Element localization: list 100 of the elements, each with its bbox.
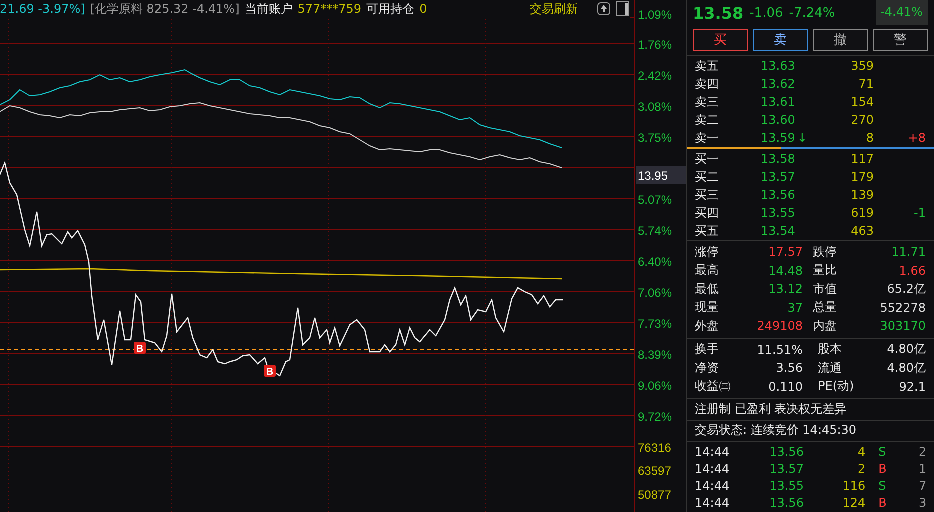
bid-price: 13.54 bbox=[761, 224, 796, 238]
stat-label: 涨停 bbox=[695, 244, 719, 261]
ask-price: 13.60 bbox=[761, 113, 796, 128]
level-label: 卖一 bbox=[695, 130, 719, 147]
tick-side: S bbox=[878, 479, 888, 494]
level-label: 卖五 bbox=[695, 58, 719, 75]
tick-time: 14:44 bbox=[695, 462, 730, 476]
tick-volume: 2 bbox=[856, 462, 866, 476]
price-change: -1.06 bbox=[750, 6, 784, 21]
bid-volume: 463 bbox=[850, 224, 874, 238]
trading-status: 交易状态: 连续竞价 14:45:30 bbox=[695, 422, 857, 440]
stat-label: 外盘 bbox=[695, 318, 719, 335]
tick-price: 13.55 bbox=[770, 479, 805, 494]
stat-label: 净资 bbox=[695, 360, 720, 377]
tick-side: S bbox=[878, 445, 888, 460]
last-price: 13.58 bbox=[693, 4, 744, 23]
ask-price: 13.62 bbox=[761, 77, 796, 92]
panel-icon[interactable] bbox=[616, 1, 630, 17]
trade-button[interactable]: 卖 bbox=[753, 29, 808, 52]
tick-volume: 124 bbox=[842, 496, 866, 510]
ask-price: 13.59 bbox=[761, 131, 796, 146]
tick-time: 14:44 bbox=[695, 496, 730, 510]
stat-value: 11.51% bbox=[756, 342, 803, 357]
account-label: 当前账户 bbox=[244, 0, 293, 18]
axis-label: 6.40% bbox=[638, 255, 672, 269]
sector-change: -4.41% bbox=[876, 0, 928, 25]
stat-label: 市值 bbox=[813, 280, 837, 298]
axis-label: 5.74% bbox=[638, 224, 672, 238]
bid-price: 13.58 bbox=[761, 152, 796, 166]
tick-count: 3 bbox=[918, 496, 927, 510]
trade-button[interactable]: 撤 bbox=[813, 29, 868, 52]
stat-value: 0.110 bbox=[768, 380, 803, 394]
stat-label: PE(动) bbox=[818, 378, 856, 396]
stat-value: 303170 bbox=[880, 319, 926, 334]
sector-quote: [化学原料 825.32 -4.41%] bbox=[90, 0, 240, 18]
ask-volume: 8 bbox=[865, 131, 874, 146]
axis-label: 2.42% bbox=[638, 69, 672, 83]
stat-label: 换手 bbox=[695, 341, 720, 358]
stat-value: 92.1 bbox=[898, 380, 926, 394]
stat-value: 552278 bbox=[880, 300, 926, 315]
tick-time: 14:44 bbox=[695, 479, 730, 494]
stat-label: 股本 bbox=[818, 341, 843, 358]
stat-value: 14.48 bbox=[768, 264, 803, 278]
index-change: 21.69 -3.97%] bbox=[0, 2, 86, 16]
axis-label: 9.72% bbox=[638, 410, 672, 424]
ask-volume: 359 bbox=[850, 59, 874, 74]
level-label: 买五 bbox=[695, 222, 719, 240]
stat-label: 最低 bbox=[695, 280, 719, 298]
position-value: 0 bbox=[420, 2, 428, 16]
tick-price: 13.56 bbox=[770, 496, 805, 510]
axis-label: 8.39% bbox=[638, 348, 672, 362]
tick-count: 1 bbox=[918, 462, 927, 476]
buy-marker: B bbox=[264, 365, 276, 378]
stat-label: 跌停 bbox=[813, 244, 837, 261]
axis-label: 9.06% bbox=[638, 379, 672, 393]
axis-label: 50877 bbox=[638, 488, 672, 502]
stat-label: 收益㈢ bbox=[695, 378, 732, 396]
stat-value: 37 bbox=[788, 300, 803, 315]
stat-value: 65.2亿 bbox=[887, 280, 926, 298]
level-label: 买二 bbox=[695, 168, 719, 186]
stock-tags: 注册制 已盈利 表决权无差异 bbox=[695, 400, 847, 418]
level-label: 买一 bbox=[695, 150, 719, 168]
trade-button[interactable]: 警 bbox=[873, 29, 928, 52]
bid-volume: 117 bbox=[850, 152, 874, 166]
percent-change: -7.24% bbox=[789, 6, 836, 21]
volume-delta: -1 bbox=[914, 206, 926, 220]
ask-volume: 71 bbox=[858, 77, 874, 92]
level-label: 卖二 bbox=[695, 112, 719, 129]
stat-label: 内盘 bbox=[813, 318, 837, 335]
bid-volume: 179 bbox=[850, 170, 874, 184]
expand-icon[interactable] bbox=[597, 2, 611, 16]
stat-label: 量比 bbox=[813, 262, 837, 280]
tick-side: B bbox=[878, 496, 888, 510]
stat-label: 最高 bbox=[695, 262, 719, 280]
stat-value: 13.12 bbox=[768, 282, 803, 296]
tick-time: 14:44 bbox=[695, 445, 730, 460]
tick-count: 2 bbox=[918, 445, 927, 460]
tick-price: 13.56 bbox=[770, 445, 805, 460]
axis-label: 3.08% bbox=[638, 100, 672, 114]
stat-value: 11.71 bbox=[892, 245, 926, 260]
ask-price: 13.61 bbox=[761, 95, 796, 110]
bid-price: 13.57 bbox=[761, 170, 796, 184]
tick-price: 13.57 bbox=[770, 462, 805, 476]
bid-volume: 139 bbox=[850, 188, 874, 202]
refresh-link[interactable]: 交易刷新 bbox=[530, 0, 578, 18]
axis-label: 3.75% bbox=[638, 131, 672, 145]
stat-label: 总量 bbox=[813, 299, 837, 316]
axis-label: 76316 bbox=[638, 441, 672, 455]
level-label: 卖三 bbox=[695, 94, 719, 111]
bid-price: 13.56 bbox=[761, 188, 796, 202]
tick-volume: 4 bbox=[856, 445, 866, 460]
ask-price: 13.63 bbox=[761, 59, 796, 74]
level-label: 买三 bbox=[695, 186, 719, 204]
axis-label: 1.76% bbox=[638, 38, 672, 52]
ask-volume: 270 bbox=[850, 113, 874, 128]
trade-button[interactable]: 买 bbox=[693, 29, 748, 52]
stat-value: 4.80亿 bbox=[886, 341, 926, 358]
volume-delta: +8 bbox=[908, 131, 926, 146]
stat-value: 3.56 bbox=[775, 361, 803, 376]
axis-label: 7.06% bbox=[638, 286, 672, 300]
